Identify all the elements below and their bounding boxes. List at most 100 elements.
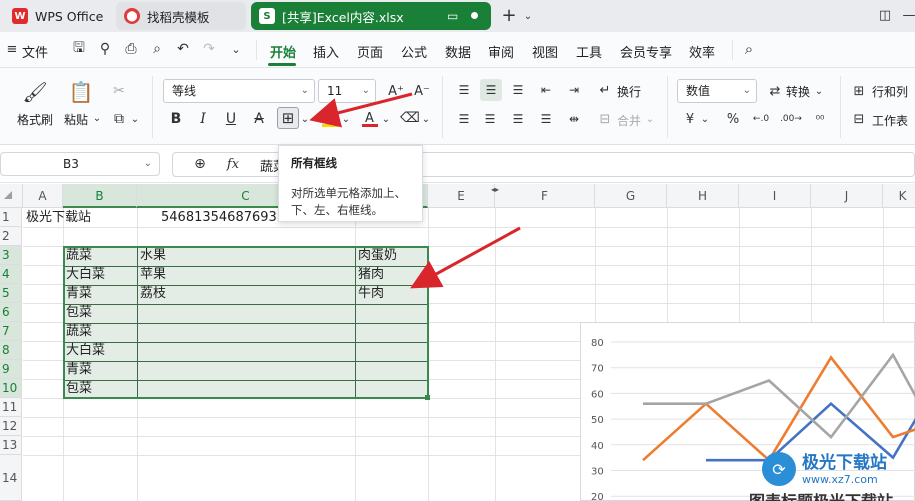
align-left-icon[interactable]: ☰ [454, 109, 474, 129]
cell-a1[interactable]: 极光下载站 [23, 208, 91, 227]
increase-indent-icon[interactable]: ⇥ [564, 80, 584, 100]
print-icon[interactable]: ⎙ [122, 40, 140, 58]
clear-format-eraser-icon[interactable]: ⌫ [400, 108, 420, 128]
cell-d5[interactable]: 牛肉 [355, 284, 384, 303]
merge-cells-icon[interactable]: ⊟ [596, 109, 614, 129]
menu-member[interactable]: 会员专享 [620, 42, 672, 61]
column-header-e[interactable]: E [428, 184, 495, 208]
justify-icon[interactable]: ☰ [536, 109, 556, 129]
save-icon[interactable]: 🖫 [70, 40, 88, 58]
window-layout-icon[interactable]: ◫ [876, 6, 894, 24]
bold-icon[interactable]: B [167, 109, 185, 129]
font-name-select[interactable]: 等线 ⌄ [163, 79, 315, 103]
quick-access-chevron-icon[interactable]: ⌄ [228, 40, 244, 58]
column-header-g[interactable]: G [595, 184, 667, 208]
column-header-a[interactable]: A [23, 184, 63, 208]
column-header-b[interactable]: B [63, 184, 137, 208]
all-borders-icon[interactable]: ⊞ [277, 107, 299, 129]
row-header-14[interactable]: 14 [0, 455, 22, 501]
zoom-formula-icon[interactable]: ⊕ [190, 154, 210, 174]
column-header-k[interactable]: K [883, 184, 915, 208]
copy-icon[interactable]: ⧉ [110, 110, 128, 128]
menu-file[interactable]: 文件 [22, 42, 48, 61]
cell-b7[interactable]: 蔬菜 [63, 322, 92, 341]
new-tab-plus-icon[interactable]: + [500, 5, 518, 26]
minimize-icon[interactable]: — [902, 6, 915, 24]
align-bottom-icon[interactable]: ☰ [508, 80, 528, 100]
row-header-3[interactable]: 3 [0, 246, 22, 265]
paste-dropdown-icon[interactable]: ⌄ [92, 111, 102, 125]
row-header-13[interactable]: 13 [0, 436, 22, 455]
undo-icon[interactable]: ↶ [174, 40, 192, 58]
cell-b5[interactable]: 青菜 [63, 284, 92, 303]
decrease-indent-icon[interactable]: ⇤ [536, 80, 556, 100]
menu-view[interactable]: 视图 [532, 42, 558, 61]
row-header-12[interactable]: 12 [0, 417, 22, 436]
tab-list-chevron-icon[interactable]: ⌄ [522, 7, 534, 25]
copy-dropdown-icon[interactable]: ⌄ [130, 110, 140, 128]
merge-cells-label[interactable]: 合并 [617, 112, 641, 129]
row-header-7[interactable]: 7 [0, 322, 22, 341]
print-preview-icon[interactable]: ⌕ [148, 40, 166, 58]
row-header-5[interactable]: 5 [0, 284, 22, 303]
row-header-2[interactable]: 2 [0, 227, 22, 246]
decrease-decimal-icon[interactable]: .00→ [780, 109, 802, 129]
menu-tools[interactable]: 工具 [576, 42, 602, 61]
fill-handle[interactable] [425, 395, 430, 400]
align-right-icon[interactable]: ☰ [508, 109, 528, 129]
wrap-text-icon[interactable]: ↵ [596, 80, 614, 100]
row-header-8[interactable]: 8 [0, 341, 22, 360]
hidden-column-expand-icon[interactable]: ◂▸ [487, 184, 503, 194]
font-color-icon[interactable]: A [360, 108, 380, 128]
distributed-align-icon[interactable]: ⇹ [564, 109, 584, 129]
font-color-dropdown-icon[interactable]: ⌄ [381, 109, 391, 129]
increase-font-icon[interactable]: A⁺ [387, 82, 405, 100]
clear-dropdown-icon[interactable]: ⌄ [421, 109, 431, 129]
worksheet-icon[interactable]: ⊟ [850, 109, 868, 129]
format-painter-icon[interactable]: 🖌 [22, 80, 47, 104]
share-link-icon[interactable]: ⚲ [96, 40, 114, 58]
menu-formula[interactable]: 公式 [401, 42, 427, 61]
menu-page[interactable]: 页面 [357, 42, 383, 61]
thousands-separator-icon[interactable]: ⁰⁰ [810, 109, 830, 129]
column-header-f[interactable]: F [495, 184, 595, 208]
row-header-10[interactable]: 10 [0, 379, 22, 398]
convert-label[interactable]: 转换 [786, 83, 810, 100]
search-icon[interactable]: ⌕ [740, 40, 758, 58]
currency-dropdown-icon[interactable]: ⌄ [700, 109, 710, 129]
monitor-icon[interactable]: ▭ [447, 9, 458, 23]
menu-efficiency[interactable]: 效率 [689, 42, 715, 61]
cell-d3[interactable]: 肉蛋奶 [355, 246, 397, 265]
tab-docer-templates[interactable]: ⬤ 找稻壳模板 [116, 2, 246, 30]
row-header-9[interactable]: 9 [0, 360, 22, 379]
menu-review[interactable]: 审阅 [488, 42, 514, 61]
rows-columns-label[interactable]: 行和列 [872, 83, 908, 100]
column-header-h[interactable]: H [667, 184, 739, 208]
merge-dropdown-icon[interactable]: ⌄ [645, 109, 655, 129]
name-box[interactable]: B3 ⌄ [0, 152, 160, 176]
font-size-select[interactable]: 11 ⌄ [318, 79, 376, 103]
paste-icon[interactable]: 📋 [69, 80, 94, 104]
wrap-text-label[interactable]: 换行 [617, 83, 641, 100]
cell-b6[interactable]: 包菜 [63, 303, 92, 322]
hamburger-menu-icon[interactable]: ≡ [6, 41, 18, 57]
menu-insert[interactable]: 插入 [313, 42, 339, 61]
column-header-i[interactable]: I [739, 184, 811, 208]
number-format-select[interactable]: 数值 ⌄ [677, 79, 757, 103]
rows-columns-icon[interactable]: ⊞ [850, 81, 868, 101]
cell-b3[interactable]: 蔬菜 [63, 246, 92, 265]
underline-icon[interactable]: U [222, 109, 240, 129]
redo-icon[interactable]: ↷ [200, 40, 218, 58]
row-header-1[interactable]: 1 [0, 208, 22, 227]
cell-b9[interactable]: 青菜 [63, 360, 92, 379]
currency-icon[interactable]: ¥ [682, 109, 698, 129]
cell-b8[interactable]: 大白菜 [63, 341, 105, 360]
select-all-corner[interactable] [0, 184, 23, 208]
tab-wps-office[interactable]: W WPS Office [4, 2, 112, 30]
menu-home[interactable]: 开始 [270, 42, 296, 61]
cell-d4[interactable]: 猪肉 [355, 265, 384, 284]
row-header-6[interactable]: 6 [0, 303, 22, 322]
format-painter-label[interactable]: 格式刷 [17, 111, 53, 128]
cell-c4[interactable]: 苹果 [137, 265, 166, 284]
tab-excel-document[interactable]: S [共享]Excel内容.xlsx ▭ [251, 2, 491, 30]
